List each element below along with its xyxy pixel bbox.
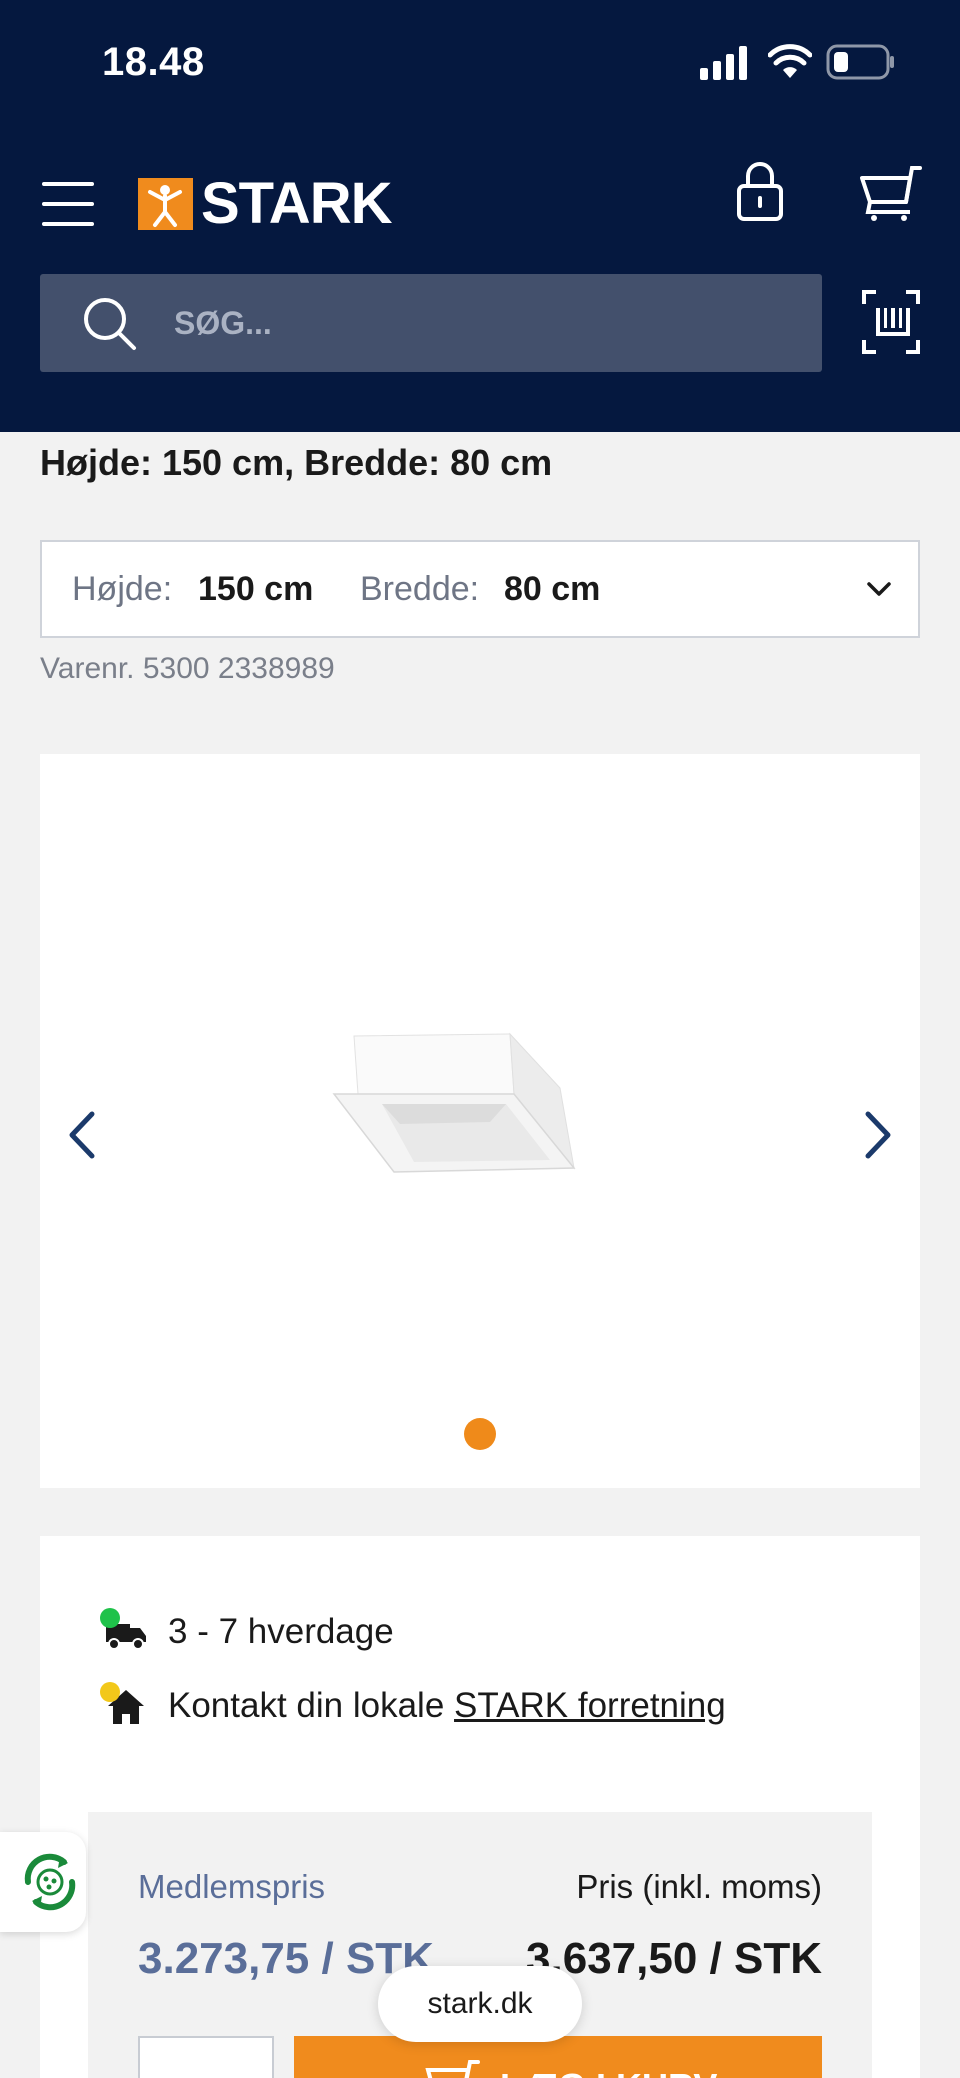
stark-logo-icon [138, 178, 193, 230]
store-row: Kontakt din lokale STARK forretning [100, 1682, 726, 1728]
search-icon [84, 298, 136, 350]
search-bar[interactable] [40, 274, 822, 372]
add-to-cart-button[interactable]: LÆG I KURV [294, 2036, 822, 2078]
store-prefix: Kontakt din lokale [168, 1686, 445, 1725]
cookie-icon [24, 1853, 76, 1911]
chevron-right-icon[interactable] [860, 1110, 896, 1160]
menu-button[interactable] [40, 180, 96, 228]
signal-icon [700, 46, 747, 80]
cart-icon[interactable] [860, 162, 922, 224]
shipping-time: 3 - 7 hverdage [168, 1612, 394, 1651]
width-value: 80 cm [504, 570, 601, 608]
chevron-left-icon[interactable] [64, 1110, 100, 1160]
variant-dropdown[interactable]: Højde: 150 cm Bredde: 80 cm [40, 540, 920, 638]
sku-number: Varenr. 5300 2338989 [40, 652, 335, 685]
browser-url-bar[interactable]: stark.dk [378, 1966, 582, 2042]
store-house-icon [100, 1682, 148, 1728]
shipping-status-dot [100, 1608, 120, 1628]
skylight-frame-image [332, 1032, 576, 1173]
add-to-cart-label: LÆG I KURV [500, 2066, 717, 2078]
chevron-down-icon [867, 582, 891, 596]
stark-logo[interactable]: STARK [138, 171, 392, 236]
cookie-settings-button[interactable] [0, 1832, 86, 1932]
price-label: Pris (inkl. moms) [576, 1868, 822, 1905]
app-header: 18.48 STARK [0, 0, 960, 432]
product-image-gallery [40, 754, 920, 1488]
status-time: 18.48 [102, 40, 205, 84]
gallery-dot-active[interactable] [464, 1418, 496, 1450]
store-text: Kontakt din lokale STARK forretning [168, 1686, 726, 1726]
lock-icon[interactable] [736, 160, 784, 222]
wifi-icon [768, 44, 812, 78]
menu-icon-bar [42, 202, 94, 206]
width-label: Bredde: [360, 570, 480, 608]
brand-name: STARK [201, 171, 392, 236]
product-variant-title: Højde: 150 cm, Bredde: 80 cm [40, 442, 553, 483]
cart-icon [425, 2060, 480, 2078]
delivery-truck-icon [100, 1608, 148, 1654]
store-status-dot [100, 1682, 120, 1702]
store-link[interactable]: STARK forretning [454, 1686, 726, 1725]
search-input[interactable] [174, 296, 774, 350]
member-price-label: Medlemspris [138, 1868, 326, 1905]
battery-icon [826, 44, 894, 80]
height-label: Højde: [72, 570, 173, 608]
menu-icon-bar [42, 222, 94, 226]
barcode-scan-icon[interactable] [862, 290, 920, 354]
shipping-row: 3 - 7 hverdage [100, 1608, 394, 1654]
menu-icon-bar [42, 182, 94, 186]
height-value: 150 cm [198, 570, 314, 608]
quantity-input[interactable]: 1 [138, 2036, 274, 2078]
